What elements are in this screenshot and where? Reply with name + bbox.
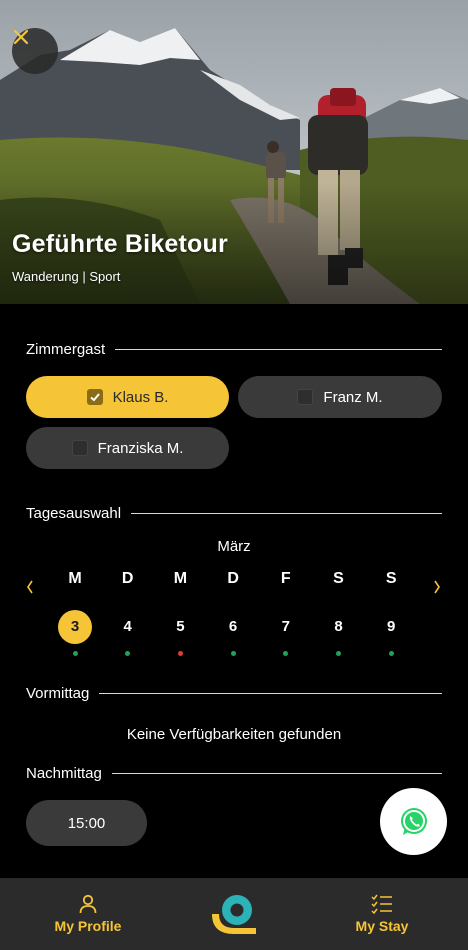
day-button[interactable]: 6	[216, 610, 250, 644]
nav-my-profile[interactable]: My Profile	[38, 878, 138, 950]
day-column: S8	[319, 570, 359, 656]
guest-chip-franz[interactable]: Franz M.	[238, 376, 442, 418]
weekday-label: F	[280, 570, 291, 587]
user-icon	[79, 894, 97, 914]
day-column: M3	[55, 570, 95, 656]
checklist-icon	[371, 894, 392, 914]
close-button[interactable]	[12, 28, 58, 74]
available-dot	[388, 651, 394, 656]
available-dot	[72, 651, 78, 656]
activity-title: Geführte Biketour	[12, 230, 228, 258]
time-slot-button[interactable]: 15:00	[26, 800, 147, 846]
chevron-right-icon[interactable]	[433, 580, 441, 599]
day-button[interactable]: 4	[111, 610, 145, 644]
month-label: März	[217, 538, 251, 555]
checkbox-checked-icon[interactable]	[86, 389, 103, 405]
guest-label: Franz M.	[323, 388, 383, 406]
afternoon-heading-label: Nachmittag	[26, 765, 102, 782]
available-dot	[230, 651, 236, 656]
available-dot	[336, 651, 341, 656]
days-section-heading: Tagesauswahl	[26, 505, 442, 522]
nav-stay-label: My Stay	[355, 918, 409, 934]
weekday-label: D	[121, 570, 134, 587]
nav-my-stay[interactable]: My Stay	[332, 878, 432, 950]
day-column: F7	[266, 570, 306, 656]
guests-heading-label: Zimmergast	[26, 341, 106, 358]
app-logo	[212, 895, 256, 934]
divider	[131, 513, 442, 514]
available-dot	[125, 651, 131, 656]
close-icon	[13, 29, 29, 45]
guests-section-heading: Zimmergast	[26, 341, 442, 358]
available-dot	[283, 651, 289, 656]
divider	[115, 349, 442, 350]
app-logo-button[interactable]	[200, 878, 268, 950]
day-button-selected[interactable]: 3	[58, 610, 92, 644]
weekday-label: D	[227, 570, 239, 587]
weekday-label: M	[68, 570, 82, 587]
activity-category: Wanderung | Sport	[12, 269, 121, 284]
unavailable-dot	[177, 651, 183, 656]
day-column: D6	[213, 570, 253, 656]
afternoon-section-heading: Nachmittag	[26, 765, 442, 782]
no-availability-message: Keine Verfügbarkeiten gefunden	[126, 726, 342, 743]
day-column: S9	[371, 570, 411, 656]
bottom-navigation: My Profile My Stay	[0, 878, 468, 950]
day-button[interactable]: 8	[322, 610, 356, 644]
checkbox-icon[interactable]	[297, 389, 314, 405]
weekday-label: S	[333, 570, 344, 587]
guest-label: Klaus B.	[112, 388, 169, 406]
hero-image: Geführte Biketour Wanderung | Sport	[0, 0, 468, 304]
whatsapp-button[interactable]	[380, 788, 447, 855]
weekday-label: M	[173, 570, 188, 587]
chevron-left-icon[interactable]	[26, 580, 34, 599]
divider	[111, 773, 442, 774]
whatsapp-icon	[400, 807, 427, 835]
weekday-label: S	[385, 570, 397, 587]
guest-label: Franziska M.	[97, 439, 184, 457]
guest-chip-klaus[interactable]: Klaus B.	[26, 376, 229, 418]
nav-profile-label: My Profile	[54, 918, 122, 934]
day-button[interactable]: 9	[374, 610, 408, 644]
day-button[interactable]: 7	[269, 610, 303, 644]
morning-section-heading: Vormittag	[26, 685, 442, 702]
morning-heading-label: Vormittag	[26, 685, 90, 702]
day-button[interactable]: 5	[163, 610, 197, 644]
day-column: D4	[108, 570, 148, 656]
guest-chip-franziska[interactable]: Franziska M.	[26, 427, 229, 469]
days-heading-label: Tagesauswahl	[26, 505, 122, 522]
checkbox-icon[interactable]	[71, 440, 88, 456]
day-column: M5	[160, 570, 200, 656]
divider	[99, 693, 442, 694]
